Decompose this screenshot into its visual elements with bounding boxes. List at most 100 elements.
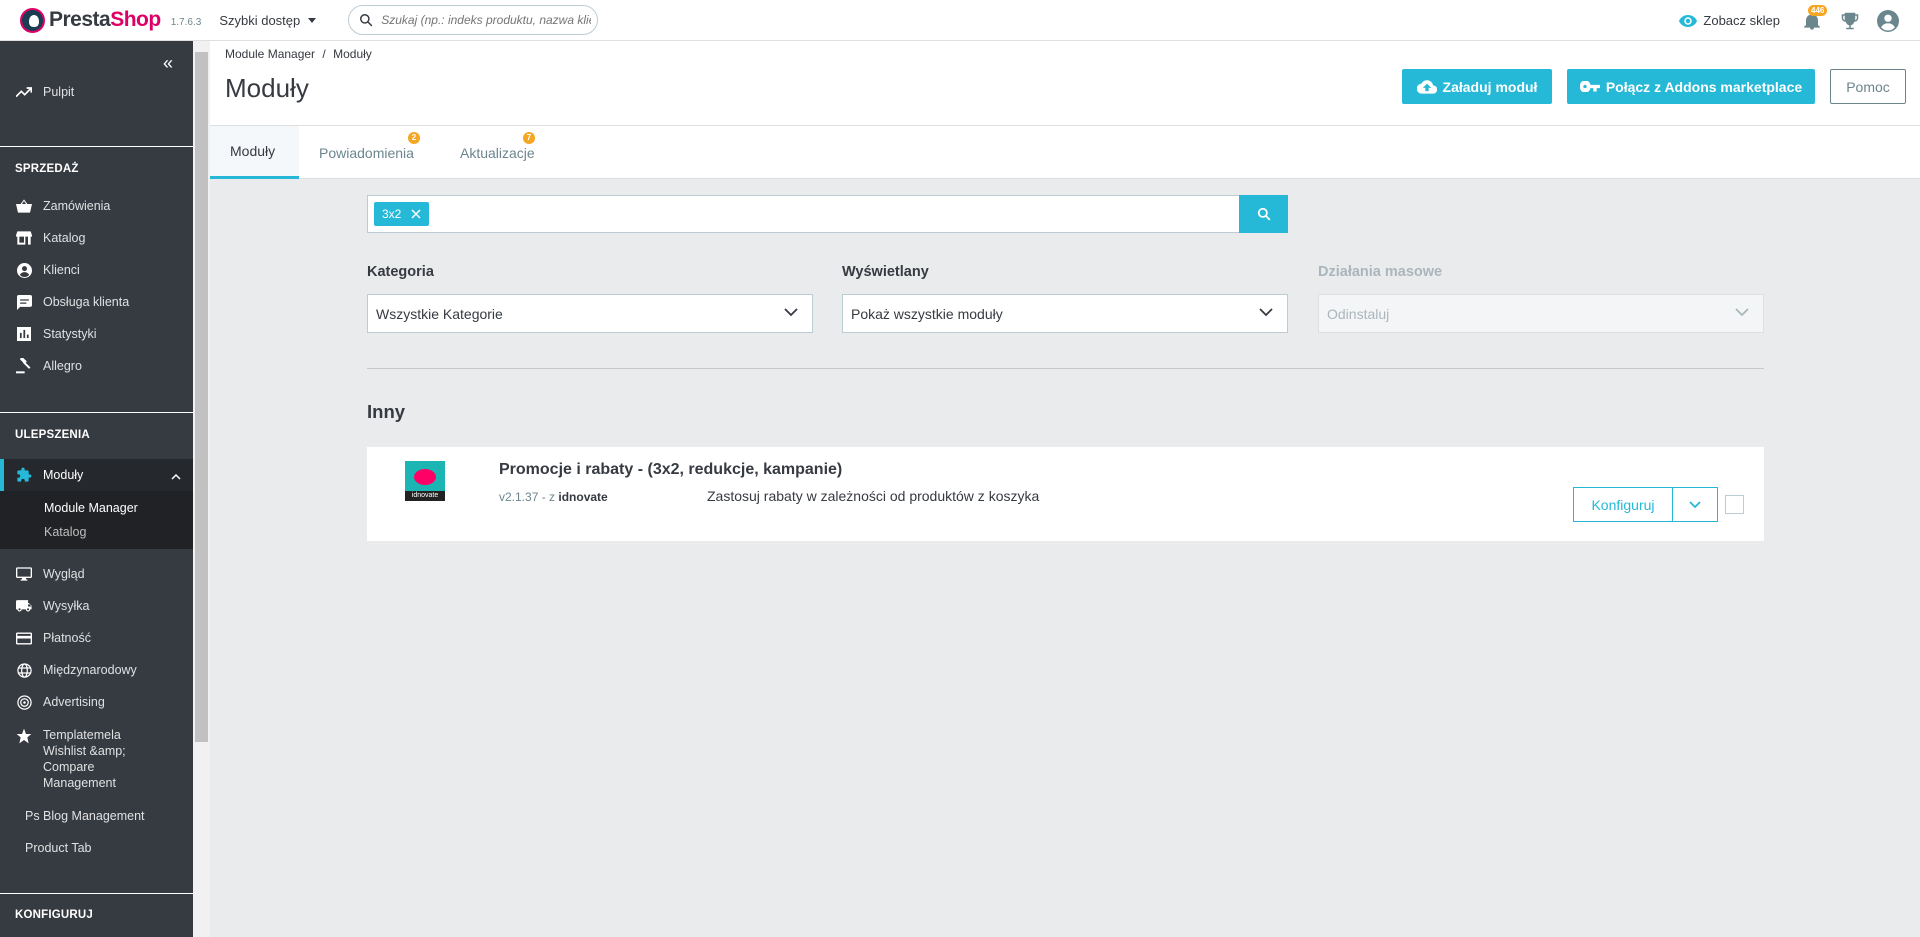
sidebar-item-label: Płatność [43, 631, 91, 645]
gavel-icon [15, 358, 33, 374]
tab-notifications[interactable]: Powiadomienia 2 [299, 126, 434, 179]
search-tag-label: 3x2 [382, 207, 402, 221]
bulk-actions-label: Działania masowe [1318, 264, 1443, 280]
sidebar-item-label: Pulpit [43, 85, 75, 99]
quick-access-dropdown[interactable]: Szybki dostęp [219, 12, 317, 28]
sidebar-item-catalog[interactable]: Katalog [0, 229, 193, 247]
target-icon [15, 694, 33, 710]
puzzle-icon [15, 467, 33, 483]
sidebar-item-customer-service[interactable]: Obsługa klienta [0, 293, 193, 311]
sidebar-item-templatemela[interactable]: Templatemela Wishlist &amp; Compare Mana… [0, 727, 193, 791]
sidebar-item-label: Ps Blog Management [25, 809, 145, 823]
sidebar-item-label: Obsługa klienta [43, 295, 130, 309]
sidebar-item-modules[interactable]: Moduły [0, 459, 193, 491]
configure-button[interactable]: Konfiguruj [1573, 487, 1673, 522]
chevron-up-icon [171, 469, 181, 483]
module-actions-dropdown[interactable] [1672, 487, 1718, 522]
category-label: Kategoria [367, 264, 434, 280]
quick-access-label: Szybki dostęp [219, 12, 301, 28]
sidebar-item-advertising[interactable]: Advertising [0, 693, 193, 711]
module-logo-brand: idnovate [405, 491, 445, 501]
module-search-field[interactable]: 3x2 [367, 195, 1288, 233]
notifications-badge: 446 [1808, 4, 1828, 16]
notifications-button[interactable]: 446 [1800, 4, 1828, 33]
status-label: Wyświetlany [842, 264, 929, 280]
collapse-sidebar-icon[interactable]: « [163, 53, 173, 74]
sidebar-section-sell: SPRZEDAŻ [15, 163, 79, 175]
sidebar-section-configure: KONFIGURUJ [15, 909, 94, 921]
eye-icon [1679, 14, 1698, 27]
sidebar-item-appearance[interactable]: Wygląd [0, 565, 193, 583]
sidebar-item-label: Wygląd [43, 567, 85, 581]
sidebar-item-international[interactable]: Międzynarodowy [0, 661, 193, 679]
star-icon [15, 728, 33, 744]
configure-label: Konfiguruj [1591, 496, 1655, 513]
status-select[interactable]: Pokaż wszystkie moduły [842, 294, 1288, 333]
sidebar-item-stats[interactable]: Statystyki [0, 325, 193, 343]
header-search-input[interactable] [381, 13, 592, 27]
version-label: 1.7.6.3 [170, 16, 202, 28]
sidebar-item-label: Moduły [43, 468, 84, 482]
tab-updates[interactable]: Aktualizacje 7 [440, 126, 555, 179]
trophy-button[interactable] [1838, 9, 1862, 33]
sidebar-scrollbar[interactable] [193, 41, 210, 937]
sidebar-item-customers[interactable]: Klienci [0, 261, 193, 279]
bar-chart-icon [15, 326, 33, 342]
submenu-item-catalog[interactable]: Katalog [0, 520, 193, 544]
modules-submenu: Module Manager Katalog [0, 491, 193, 549]
trending-up-icon [15, 84, 33, 100]
sidebar-item-dashboard[interactable]: Pulpit [0, 83, 193, 101]
page-title: Moduły [225, 73, 309, 103]
module-group-title: Inny [367, 401, 406, 422]
close-icon[interactable] [411, 209, 421, 219]
sidebar-item-label: Klienci [43, 263, 80, 277]
help-button[interactable]: Pomoc [1830, 69, 1906, 104]
tab-badge: 2 [408, 132, 420, 144]
upload-module-button[interactable]: Załaduj moduł [1402, 69, 1552, 104]
account-button[interactable] [1876, 9, 1900, 33]
module-version: v2.1.37 - z idnovate [499, 490, 608, 504]
view-shop-link[interactable]: Zobacz sklep [1679, 13, 1780, 28]
prestashop-logo-icon [20, 7, 45, 33]
piggy-bank-icon [414, 469, 436, 485]
tab-label: Powiadomienia [319, 144, 414, 161]
sidebar-item-label: Statystyki [43, 327, 97, 341]
sidebar-divider [0, 412, 193, 413]
category-select[interactable]: Wszystkie Kategorie [367, 294, 813, 333]
tab-modules[interactable]: Moduły [210, 126, 299, 179]
search-icon [1257, 207, 1270, 221]
prestashop-logo[interactable]: PrestaShop [20, 0, 161, 41]
module-logo: idnovate [405, 461, 445, 501]
help-label: Pomoc [1846, 78, 1890, 95]
sidebar-item-label: Katalog [43, 231, 86, 245]
chevron-down-icon [1689, 500, 1701, 508]
sidebar-item-orders[interactable]: Zamówienia [0, 197, 193, 215]
connect-addons-button[interactable]: Połącz z Addons marketplace [1567, 69, 1815, 104]
breadcrumb-modules: Moduły [333, 47, 372, 61]
caret-down-icon [308, 17, 317, 23]
chevron-down-icon [784, 308, 798, 317]
sidebar-item-label: Templatemela Wishlist &amp; Compare Mana… [43, 728, 126, 790]
module-search-button[interactable] [1239, 195, 1288, 233]
bulk-actions-select: Odinstaluj [1318, 294, 1764, 333]
chevron-down-icon [1735, 308, 1749, 317]
sidebar-item-label: Advertising [43, 695, 105, 709]
sidebar-divider [0, 146, 193, 147]
breadcrumb-module-manager[interactable]: Module Manager [225, 47, 315, 61]
submenu-item-module-manager[interactable]: Module Manager [0, 496, 193, 520]
module-select-checkbox[interactable] [1725, 495, 1744, 514]
chevron-down-icon [1259, 308, 1273, 317]
header-search[interactable] [348, 5, 599, 35]
sidebar-item-allegro[interactable]: Allegro [0, 357, 193, 375]
sidebar-item-label: Product Tab [25, 841, 92, 855]
breadcrumb: Module Manager / Moduły [225, 47, 372, 61]
sidebar-section-improve: ULEPSZENIA [15, 429, 90, 441]
sidebar-item-shipping[interactable]: Wysyłka [0, 597, 193, 615]
breadcrumb-separator: / [322, 47, 326, 61]
sidebar-item-product-tab[interactable]: Product Tab [0, 839, 193, 857]
sidebar-item-blog[interactable]: Ps Blog Management [0, 807, 193, 825]
logo-text-presta: Presta [49, 8, 111, 31]
scrollbar-thumb[interactable] [195, 52, 208, 742]
module-version-text: v2.1.37 - z [499, 490, 556, 504]
sidebar-item-payment[interactable]: Płatność [0, 629, 193, 647]
